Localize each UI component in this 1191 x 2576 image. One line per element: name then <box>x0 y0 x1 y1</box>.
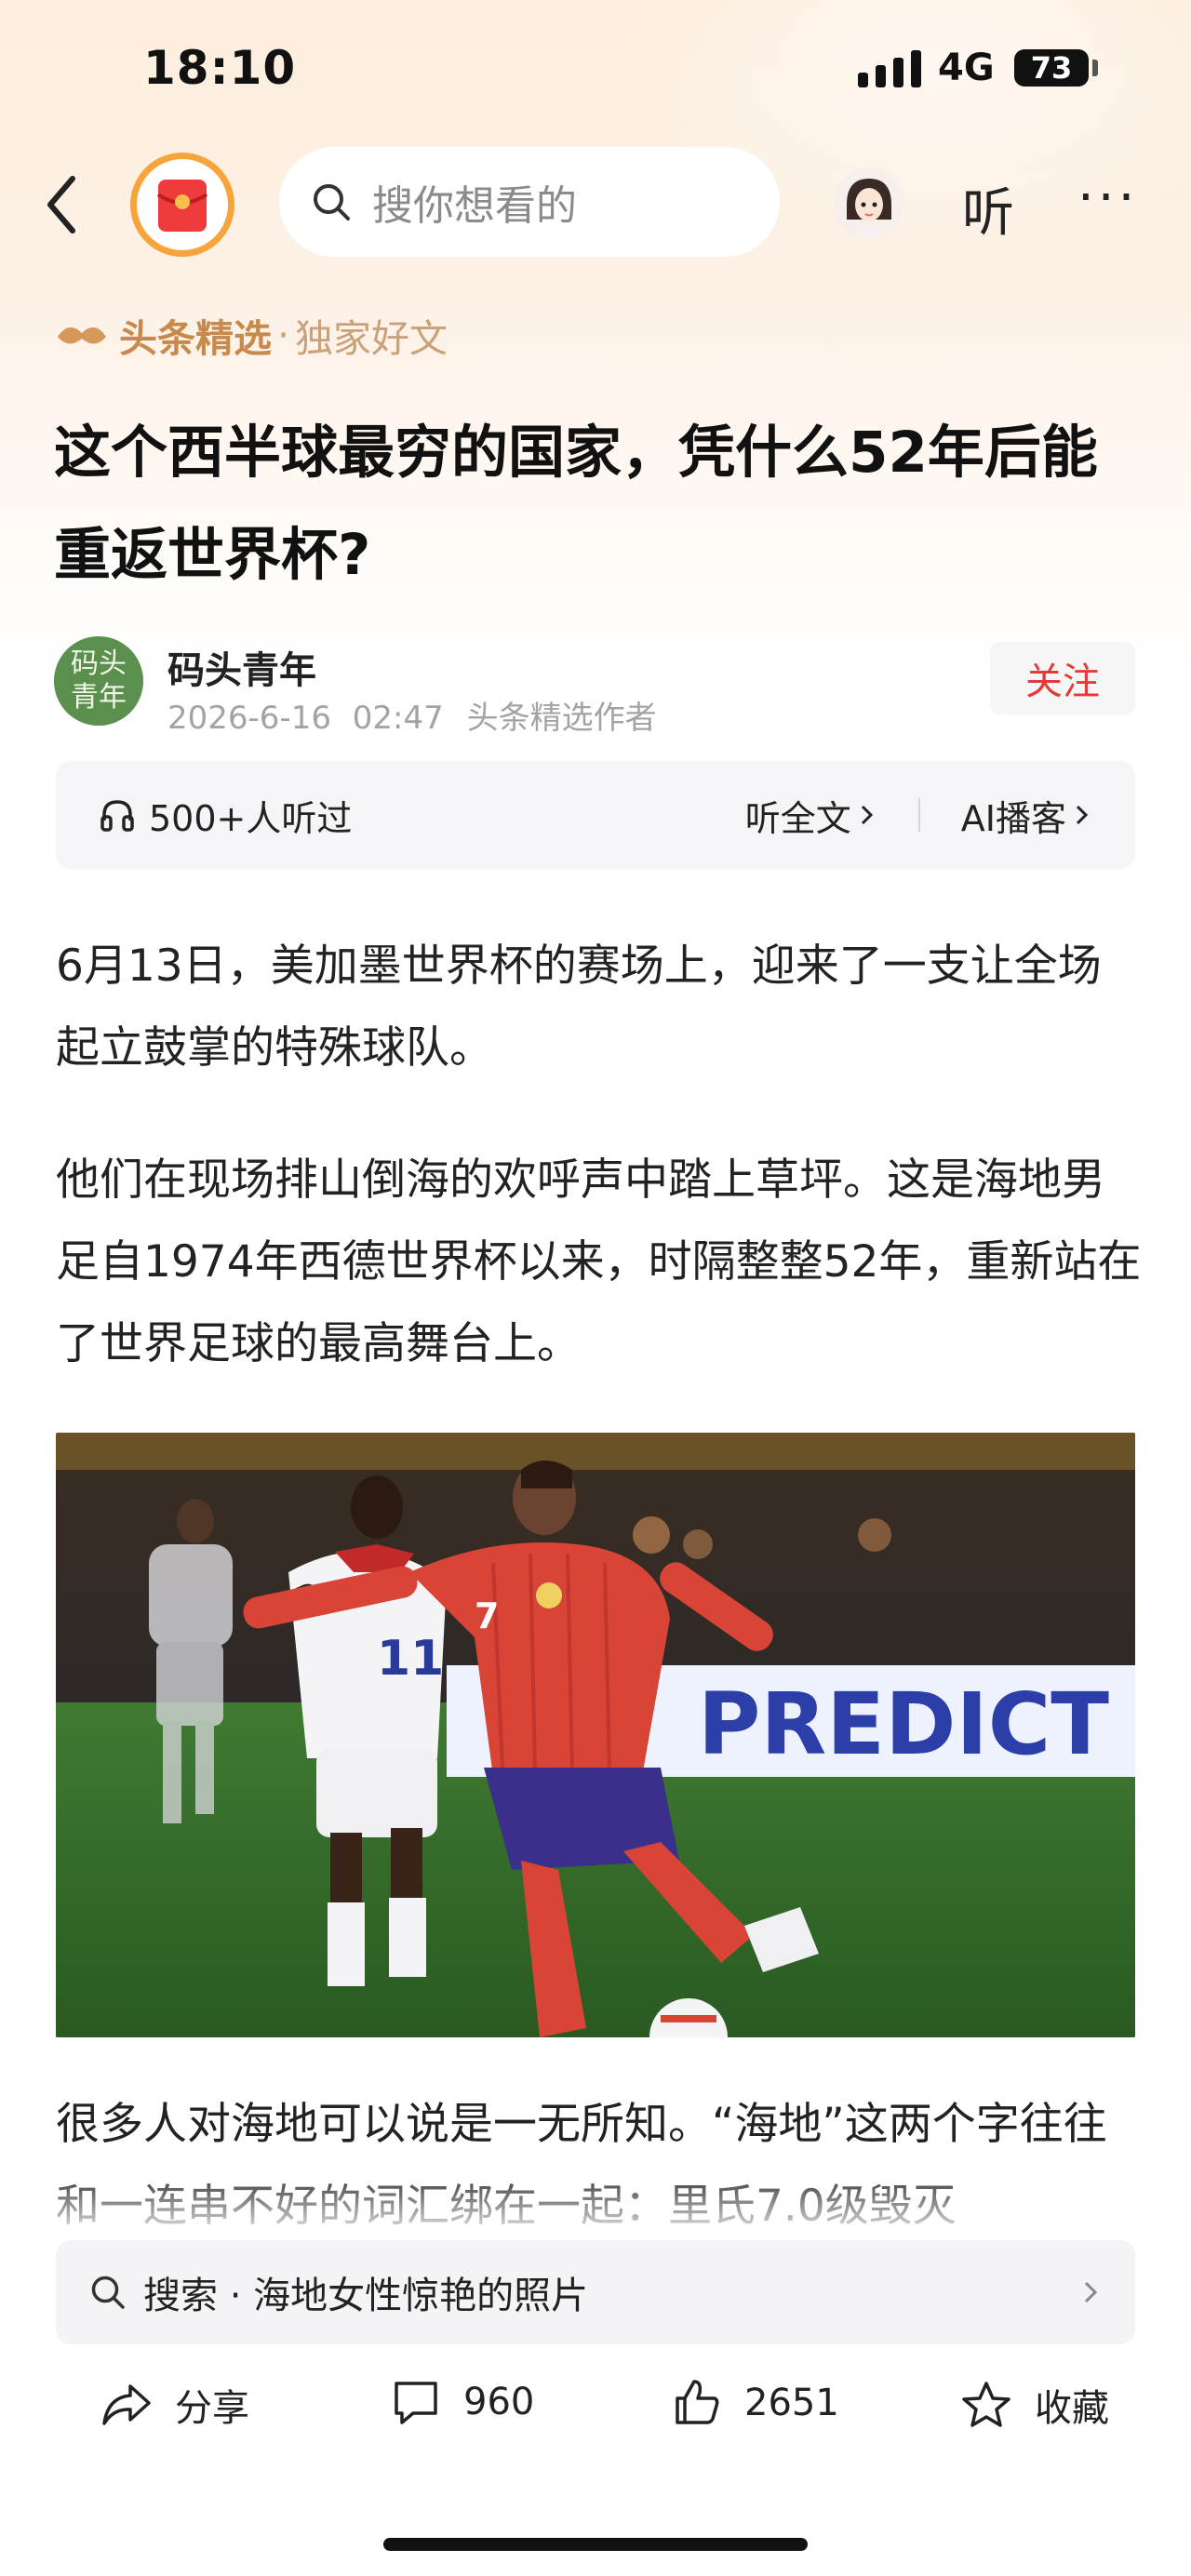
channel-separator: · <box>277 313 290 357</box>
home-indicator <box>383 2538 808 2551</box>
back-button[interactable] <box>45 167 91 242</box>
author-role: 头条精选作者 <box>466 700 657 737</box>
chevron-left-icon <box>47 176 75 234</box>
channel-brand: 头条精选 <box>119 316 272 361</box>
search-icon <box>91 2276 125 2309</box>
toutiao-logo-icon <box>58 327 106 344</box>
article-image[interactable]: PREDICT 11 7 <box>56 1433 1135 2037</box>
listen-bar: 500+人听过 听全文 AI播客 <box>56 761 1135 869</box>
network-type: 4G <box>938 47 995 89</box>
channel-sub: 独家好文 <box>295 316 448 361</box>
like-count: 2651 <box>744 2382 839 2424</box>
publish-date: 2026-6-16 <box>167 700 331 737</box>
jersey-number-white: 11 <box>377 1631 444 1687</box>
red-envelope-button[interactable] <box>130 153 234 257</box>
more-button[interactable]: ··· <box>1077 167 1138 228</box>
listen-count: 500+人听过 <box>149 797 353 839</box>
avatar-icon <box>834 167 904 238</box>
search-suggestion-label: 搜索 · 海地女性惊艳的照片 <box>143 2275 589 2317</box>
listen-button[interactable]: 听 <box>962 171 1014 247</box>
favorite-label: 收藏 <box>1035 2387 1109 2430</box>
soccer-photo: PREDICT 11 7 <box>56 1433 1135 2037</box>
content-fade <box>0 2168 1191 2242</box>
article-paragraph: 6月13日，美加墨世界杯的赛场上，迎来了一支让全场起立鼓掌的特殊球队。 <box>56 941 1102 1074</box>
user-avatar[interactable] <box>834 167 904 238</box>
battery-cap <box>1092 60 1098 76</box>
listen-full-text-label: 听全文 <box>744 797 851 839</box>
search-input[interactable]: 搜你想看的 <box>279 147 780 257</box>
author-avatar-line2: 青年 <box>71 681 127 714</box>
comment-button[interactable]: 960 <box>391 2378 534 2426</box>
article-paragraph: 他们在现场排山倒海的欢呼声中踏上草坪。这是海地男足自1974年西德世界杯以来，时… <box>56 1155 1142 1369</box>
jersey-number-red: 7 <box>475 1595 499 1636</box>
author-name[interactable]: 码头青年 <box>167 640 316 694</box>
search-suggestion[interactable]: 搜索 · 海地女性惊艳的照片 <box>56 2240 1135 2344</box>
comment-count: 960 <box>463 2381 535 2423</box>
red-envelope-icon <box>156 180 208 232</box>
author-meta: 2026-6-16 02:47 头条精选作者 <box>167 692 657 738</box>
author-avatar[interactable]: 码头 青年 <box>54 636 143 726</box>
battery-icon: 73 <box>1014 49 1089 87</box>
ai-podcast-label: AI播客 <box>960 797 1066 839</box>
article-title: 这个西半球最穷的国家，凭什么52年后能重返世界杯? <box>54 420 1098 588</box>
share-label: 分享 <box>175 2387 249 2430</box>
search-icon <box>314 184 350 220</box>
status-time: 18:10 <box>143 41 297 95</box>
follow-button[interactable]: 关注 <box>990 642 1135 714</box>
banner-text: PREDICT <box>698 1675 1109 1774</box>
star-icon <box>962 2382 1010 2427</box>
publish-time: 02:47 <box>352 700 444 737</box>
share-icon <box>102 2384 151 2425</box>
like-button[interactable]: 2651 <box>672 2378 839 2428</box>
share-button[interactable]: 分享 <box>100 2378 249 2432</box>
channel-label[interactable]: 头条精选 · 独家好文 <box>54 307 448 363</box>
ai-podcast-button[interactable]: AI播客 <box>961 790 1092 841</box>
chevron-right-icon <box>861 805 873 825</box>
favorite-button[interactable]: 收藏 <box>960 2378 1109 2432</box>
search-placeholder: 搜你想看的 <box>372 182 577 230</box>
comment-icon <box>395 2382 437 2424</box>
chevron-right-icon <box>1076 805 1089 825</box>
listen-divider <box>917 798 920 832</box>
headphones-icon <box>100 800 134 832</box>
author-avatar-line1: 码头 <box>71 647 127 680</box>
listen-full-text-button[interactable]: 听全文 <box>745 790 877 841</box>
chevron-right-icon <box>1084 2281 1098 2303</box>
thumbs-up-icon <box>676 2380 719 2424</box>
signal-icon <box>858 48 921 87</box>
